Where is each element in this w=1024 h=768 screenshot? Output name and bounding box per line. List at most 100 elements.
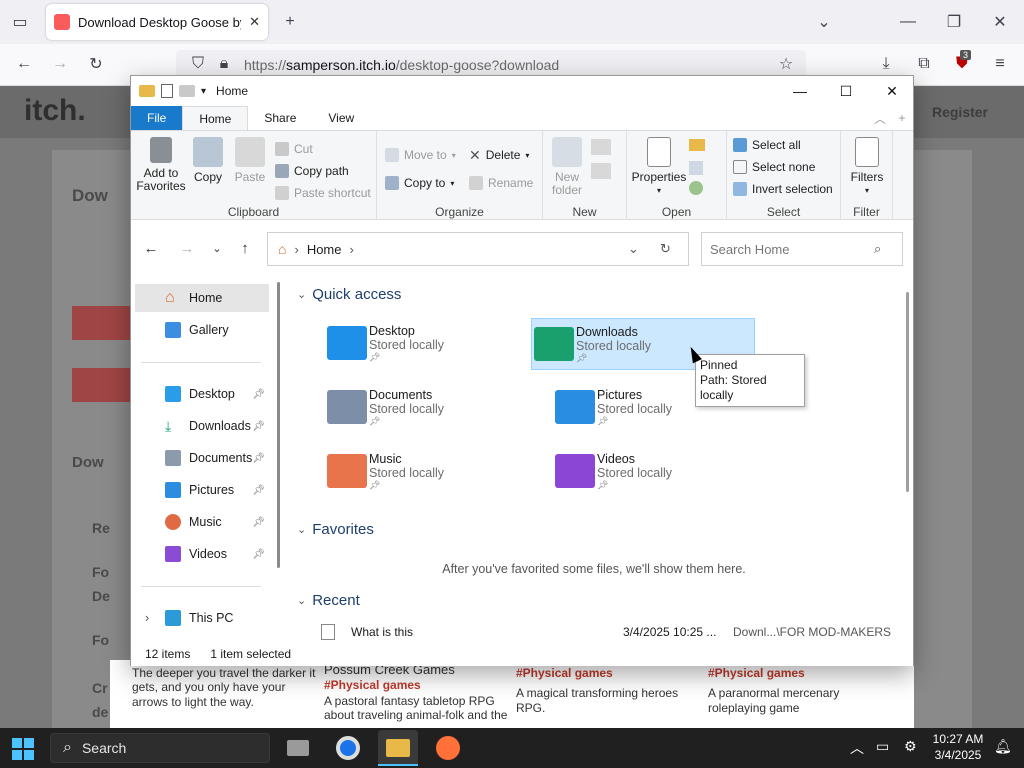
browser-tab[interactable]: Download Desktop Goose by sa ✕ xyxy=(46,4,268,40)
move-to-button[interactable]: Move to ▾ xyxy=(385,145,456,165)
quick-access-item[interactable]: Music Stored locally 📌︎ xyxy=(325,446,549,498)
favorites-header[interactable]: ⌄ Favorites xyxy=(297,521,374,538)
filters-button[interactable]: Filters ▾ xyxy=(847,137,887,197)
delete-button[interactable]: ✕ Delete ▾ xyxy=(469,145,529,165)
bg-download-button[interactable] xyxy=(72,306,132,340)
nav-item-music[interactable]: Music 📌︎ xyxy=(135,508,269,536)
expand-chevron-icon[interactable]: › xyxy=(145,611,157,625)
game-tag[interactable]: #Physical games xyxy=(516,666,706,680)
shield-icon[interactable]: ⛉ xyxy=(184,50,212,78)
help-icon[interactable]: + xyxy=(891,106,913,130)
pin-icon[interactable]: 📌︎ xyxy=(252,517,265,528)
new-folder-button[interactable]: New folder xyxy=(549,137,585,197)
recent-locations-icon[interactable]: ⌄ xyxy=(203,234,231,262)
copy-button[interactable]: Copy xyxy=(191,137,225,184)
game-card[interactable]: #Physical games A magical transforming h… xyxy=(516,666,706,715)
list-all-tabs-icon[interactable]: ⌄ xyxy=(810,8,838,36)
open-folder-icon[interactable] xyxy=(689,139,705,151)
easy-access-icon[interactable] xyxy=(591,163,611,179)
collapse-ribbon-icon[interactable]: ︿ xyxy=(869,106,891,130)
nav-item-this-pc[interactable]: › This PC xyxy=(135,604,269,632)
history-icon[interactable] xyxy=(689,181,703,195)
breadcrumb-home[interactable]: Home xyxy=(307,242,342,257)
pin-icon[interactable]: 📌︎ xyxy=(252,453,265,464)
tab-list-icon[interactable]: ▭ xyxy=(6,8,34,36)
properties-quick-icon[interactable] xyxy=(161,84,173,98)
minimize-icon[interactable]: — xyxy=(777,76,823,106)
tab-file[interactable]: File xyxy=(131,106,183,130)
game-tag[interactable]: #Physical games xyxy=(324,678,514,692)
tab-home[interactable]: Home xyxy=(182,106,249,130)
up-arrow-icon[interactable]: ↑ xyxy=(231,234,259,262)
forward-arrow-icon[interactable]: → xyxy=(173,234,201,262)
search-icon[interactable]: ⌕ xyxy=(874,241,902,257)
properties-button[interactable]: Properties ▾ xyxy=(631,137,687,197)
bookmark-star-icon[interactable]: ☆ xyxy=(772,50,800,78)
nav-item-videos[interactable]: Videos 📌︎ xyxy=(135,540,269,568)
settings-icon[interactable]: ⚙ xyxy=(904,738,917,755)
new-folder-quick-icon[interactable] xyxy=(179,85,195,97)
lock-icon[interactable]: 🔒︎ xyxy=(210,50,238,78)
copy-path-button[interactable]: Copy path xyxy=(275,161,349,181)
pin-icon[interactable]: 📌︎ xyxy=(252,549,265,560)
new-tab-icon[interactable]: + xyxy=(276,8,304,36)
address-dropdown-icon[interactable]: ⌄ xyxy=(628,241,652,257)
paste-shortcut-button[interactable]: Paste shortcut xyxy=(275,183,371,203)
recent-header[interactable]: ⌄ Recent xyxy=(297,592,360,609)
back-arrow-icon[interactable]: ← xyxy=(137,234,165,262)
cut-button[interactable]: Cut xyxy=(275,139,313,159)
close-icon[interactable]: ✕ xyxy=(869,76,915,106)
address-bar[interactable]: ⌂ › Home › ⌄ ↻ xyxy=(267,232,689,266)
restore-browser-icon[interactable]: ❐ xyxy=(940,8,968,36)
refresh-icon[interactable]: ↻ xyxy=(660,241,688,257)
menu-icon[interactable]: ≡ xyxy=(986,50,1014,78)
tab-view[interactable]: View xyxy=(312,106,370,130)
file-explorer-taskbar-icon[interactable] xyxy=(378,730,418,766)
content-scrollbar[interactable] xyxy=(905,276,911,642)
quick-access-item[interactable]: Documents Stored locally 📌︎ xyxy=(325,382,549,434)
chrome-icon[interactable] xyxy=(328,730,368,766)
nav-item-documents[interactable]: Documents 📌︎ xyxy=(135,444,269,472)
pin-icon[interactable]: 📌︎ xyxy=(252,421,265,432)
game-tag[interactable]: #Physical games xyxy=(708,666,898,680)
pin-icon[interactable]: 📌︎ xyxy=(252,389,265,400)
nav-item-gallery[interactable]: Gallery xyxy=(135,316,269,344)
paste-button[interactable]: Paste xyxy=(233,137,267,184)
quick-access-item[interactable]: Videos Stored locally 📌︎ xyxy=(553,446,777,498)
nav-scrollbar[interactable] xyxy=(277,282,280,568)
select-none-button[interactable]: Select none xyxy=(733,157,815,177)
copy-to-button[interactable]: Copy to ▾ xyxy=(385,173,454,193)
task-view-icon[interactable] xyxy=(278,730,318,766)
bg-download-button[interactable] xyxy=(72,368,132,402)
add-to-favorites-button[interactable]: Add to Favorites xyxy=(136,137,186,193)
explorer-title-bar[interactable]: ▾ Home — ☐ ✕ xyxy=(131,76,913,106)
nav-item-home[interactable]: ⌂ Home xyxy=(135,284,269,312)
taskbar-search[interactable]: ⌕ Search xyxy=(50,733,270,763)
customize-qat-icon[interactable]: ▾ xyxy=(201,86,206,97)
game-card[interactable]: Possum Creek Games #Physical games A pas… xyxy=(324,662,514,723)
downloads-icon[interactable]: ⤓ xyxy=(872,50,900,78)
extensions-icon[interactable]: ⧉ xyxy=(910,50,938,78)
windows-start-icon[interactable] xyxy=(12,738,34,760)
pin-icon[interactable]: 📌︎ xyxy=(252,485,265,496)
network-icon[interactable]: ▭ xyxy=(876,738,889,755)
notifications-icon[interactable]: 🔔︎ xyxy=(994,738,1012,755)
back-icon[interactable]: ← xyxy=(10,50,38,78)
maximize-icon[interactable]: ☐ xyxy=(823,76,869,106)
show-hidden-icons-icon[interactable]: ︿ xyxy=(850,738,864,758)
rename-button[interactable]: Rename xyxy=(469,173,533,193)
quick-access-item[interactable]: Desktop Stored locally 📌︎ xyxy=(325,318,549,370)
forward-icon[interactable]: → xyxy=(46,50,74,78)
scroll-thumb[interactable] xyxy=(906,292,909,492)
recent-file-row[interactable]: What is this 3/4/2025 10:25 ... Downl...… xyxy=(321,622,901,642)
tab-share[interactable]: Share xyxy=(248,106,312,130)
nav-item-pictures[interactable]: Pictures 📌︎ xyxy=(135,476,269,504)
close-browser-icon[interactable]: ✕ xyxy=(986,8,1014,36)
quick-access-header[interactable]: ⌄ Quick access xyxy=(297,286,401,303)
edit-icon[interactable] xyxy=(689,161,703,175)
itch-logo[interactable]: itch. xyxy=(24,94,86,128)
new-item-icon[interactable] xyxy=(591,139,611,155)
minimize-browser-icon[interactable]: — xyxy=(894,8,922,36)
register-button[interactable]: Register xyxy=(916,100,1004,124)
nav-item-downloads[interactable]: ⤓ Downloads 📌︎ xyxy=(135,412,269,440)
